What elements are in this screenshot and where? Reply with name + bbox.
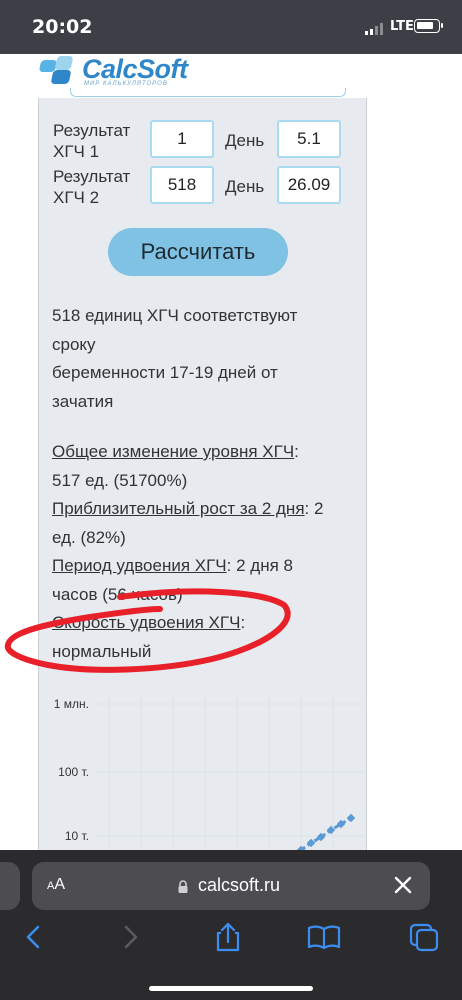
close-icon[interactable] [392, 872, 414, 898]
network-type: LTE [390, 19, 414, 34]
url-text[interactable]: calcsoft.ru [198, 875, 280, 896]
share-icon[interactable] [210, 922, 246, 952]
tabs-icon[interactable] [406, 922, 442, 952]
lock-icon [178, 880, 188, 893]
hcg1-label: Результат ХГЧ 1 [53, 121, 131, 161]
total-change-link[interactable]: Общее изменение уровня ХГЧ [52, 442, 294, 461]
status-bar: 20:02 LTE [0, 0, 462, 54]
hcg2-input[interactable]: 518 [150, 166, 214, 204]
hcg1-input[interactable]: 1 [150, 120, 214, 158]
hcg2-label: Результат ХГЧ 2 [53, 167, 131, 207]
logo-icon[interactable] [38, 56, 78, 88]
y-tick-label: 100 т. [58, 765, 89, 779]
forward-icon[interactable] [112, 922, 148, 952]
back-icon[interactable] [16, 922, 52, 952]
day2-input[interactable]: 26.09 [277, 166, 341, 204]
day2-label: День [225, 177, 265, 196]
total-change-value: 517 ед. (51700%) [52, 470, 188, 490]
red-annotation-circle [4, 588, 291, 673]
y-tick-label: 10 т. [64, 829, 89, 843]
growth-row: Приблизительный рост за 2 дня: 2 [52, 499, 324, 518]
previous-tab-edge[interactable] [0, 862, 20, 910]
day1-label: День [225, 131, 265, 150]
series-point [346, 813, 356, 823]
bookmarks-icon[interactable] [306, 922, 342, 952]
logo-subtitle: МИР КАЛЬКУЛЯТОРОВ [84, 81, 168, 87]
result-summary: 518 единиц ХГЧ соответствуют сроку берем… [52, 306, 298, 411]
home-indicator [149, 986, 313, 991]
day1-input[interactable]: 5.1 [277, 120, 341, 158]
calculate-button[interactable]: Рассчитать [108, 228, 288, 276]
browser-toolbar: AA calcsoft.ru [0, 850, 462, 1000]
status-time: 20:02 [32, 16, 93, 38]
text-size-button[interactable]: AA [47, 876, 65, 894]
doubling-period-row: Период удвоения ХГЧ: 2 дня 8 [52, 556, 293, 575]
growth-value: ед. (82%) [52, 527, 126, 547]
growth-link[interactable]: Приблизительный рост за 2 дня [52, 499, 305, 518]
address-bar[interactable]: AA calcsoft.ru [32, 862, 430, 910]
site-header: CalcSoft МИР КАЛЬКУЛЯТОРОВ [0, 54, 462, 98]
doubling-period-link[interactable]: Период удвоения ХГЧ [52, 556, 227, 575]
previous-field-edge [70, 88, 346, 97]
signal-icon [365, 23, 385, 35]
hcg-chart: 1 млн. 100 т. 10 т. [39, 685, 366, 855]
battery-icon [414, 19, 443, 33]
y-tick-label: 1 млн. [53, 697, 89, 711]
total-change-row: Общее изменение уровня ХГЧ: [52, 442, 299, 461]
